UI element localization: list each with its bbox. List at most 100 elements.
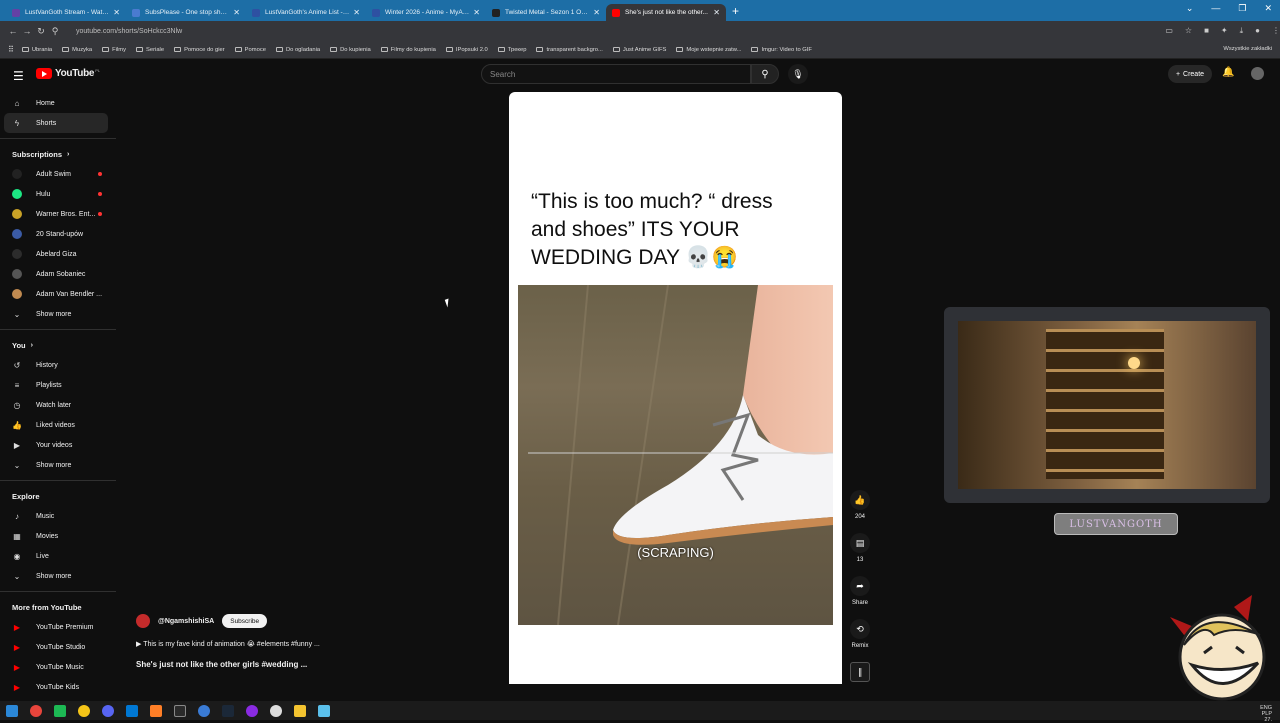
browser-menu-icon[interactable]: ⋮ (1272, 26, 1280, 36)
hamburger-menu-icon[interactable]: ☰ (13, 69, 24, 83)
account-avatar[interactable] (1251, 67, 1264, 80)
remix-button[interactable]: ⟲ Remix (846, 619, 874, 649)
youtube-logo[interactable]: YouTube PL (36, 68, 100, 79)
discord-icon[interactable] (102, 704, 114, 717)
subscription-item[interactable]: Adam Sobaniec (0, 264, 116, 284)
notifications-bell-icon[interactable]: 🔔 (1222, 67, 1234, 78)
profile-icon[interactable]: ● (1255, 26, 1260, 36)
vlc-icon[interactable] (150, 704, 162, 717)
sidebar-item[interactable]: ◷ Watch later (0, 395, 116, 415)
bookmark-item[interactable]: Seriale (136, 47, 164, 53)
bookmark-item[interactable]: Filmy (102, 47, 126, 53)
app-icon[interactable] (54, 704, 66, 717)
back-icon[interactable]: ← (6, 26, 20, 36)
youtube-product-item[interactable]: ▶ YouTube Studio (0, 637, 116, 657)
bookmark-item[interactable]: Just Anime GIFS (612, 47, 666, 53)
channel-avatar[interactable] (136, 614, 150, 628)
close-tab-icon[interactable]: ✕ (233, 8, 240, 17)
minimize-icon[interactable]: — (1211, 3, 1220, 14)
start-icon[interactable] (6, 704, 18, 717)
subscription-item[interactable]: 20 Stand-upów (0, 224, 116, 244)
sidebar-item[interactable]: 👍 Liked videos (0, 415, 116, 435)
show-more-button[interactable]: ⌄ Show more (0, 455, 116, 475)
bookmark-item[interactable]: Трекер (497, 47, 526, 53)
sidebar-item[interactable]: ≡ Playlists (0, 375, 116, 395)
bookmark-item[interactable]: Do kupienia (330, 47, 371, 53)
sidebar-item[interactable]: ◉ Live (0, 546, 116, 566)
show-more-button[interactable]: ⌄ Show more (0, 304, 116, 324)
search-button[interactable]: ⚲ (751, 64, 779, 84)
new-tab-icon[interactable]: + (732, 4, 739, 18)
short-description[interactable]: ▶ This is my fave kind of animation 😭 #e… (136, 640, 320, 648)
bookmark-item[interactable]: Moje wstepnie zatw... (676, 47, 741, 53)
bookmark-item[interactable]: IPopsuki 2.0 (445, 47, 488, 53)
bookmark-star-icon[interactable]: ☆ (1185, 26, 1192, 36)
sidebar-section-title[interactable]: Explore (0, 486, 116, 506)
bookmark-item[interactable]: transparent backgro... (536, 47, 603, 53)
subscription-item[interactable]: Warner Bros. Ent... (0, 204, 116, 224)
app-icon[interactable] (126, 704, 138, 717)
apps-icon[interactable]: ⠿ (8, 45, 14, 54)
sidebar-section-title[interactable]: You › (0, 335, 116, 355)
youtube-product-item[interactable]: ▶ YouTube Music (0, 657, 116, 677)
all-bookmarks[interactable]: Wszystkie zakładki (1223, 46, 1272, 52)
app-icon[interactable] (198, 704, 210, 717)
youtube-product-item[interactable]: ▶ YouTube Kids (0, 677, 116, 697)
bookmark-item[interactable]: Do ogladania (275, 47, 320, 53)
close-tab-icon[interactable]: ✕ (713, 8, 720, 17)
sidebar-item[interactable]: ▶ Your videos (0, 435, 116, 455)
app-icon[interactable] (318, 704, 330, 717)
sidebar-item[interactable]: ▦ Movies (0, 526, 116, 546)
folder-icon[interactable] (294, 704, 306, 717)
steam-icon[interactable] (222, 704, 234, 717)
browser-tab[interactable]: SubsPlease - One stop shop fo...✕ (126, 4, 246, 21)
comments-button[interactable]: ▤ 13 (846, 533, 874, 563)
close-tab-icon[interactable]: ✕ (353, 8, 360, 17)
short-player[interactable]: “This is too much? “ dress and shoes” IT… (509, 92, 842, 684)
system-tray[interactable]: ENG PLP 27. (1260, 705, 1272, 723)
bookmark-item[interactable]: Filmy do kupienia (380, 47, 436, 53)
app-icon[interactable] (246, 704, 258, 717)
site-info-icon[interactable]: ⚲ (48, 26, 62, 37)
app-icon[interactable] (270, 704, 282, 717)
cast-icon[interactable]: ▭ (1165, 26, 1173, 36)
sidebar-section-title[interactable]: More from YouTube (0, 597, 116, 617)
maximize-icon[interactable]: ❐ (1238, 3, 1246, 14)
sidebar-item[interactable]: ϟ Shorts (4, 113, 108, 133)
download-icon[interactable]: ⤓ (1240, 26, 1244, 36)
voice-search-button[interactable]: 🎙 (788, 64, 808, 84)
subscription-item[interactable]: Adult Swim (0, 164, 116, 184)
share-button[interactable]: ➦ Share (846, 576, 874, 606)
tab-search-icon[interactable]: ⌄ (1186, 3, 1194, 14)
channel-name[interactable]: @NgamshishiSA (158, 618, 214, 625)
bookmark-item[interactable]: Imgur: Video to GIF (751, 47, 812, 53)
sidebar-item[interactable]: ♪ Music (0, 506, 116, 526)
show-more-button[interactable]: ⌄ Show more (0, 566, 116, 586)
bookmark-item[interactable]: Pomoce (234, 47, 266, 53)
reload-icon[interactable]: ↻ (34, 26, 48, 37)
extensions-puzzle-icon[interactable]: ✦ (1221, 26, 1228, 36)
subscription-item[interactable]: Hulu (0, 184, 116, 204)
browser-tab[interactable]: LustVanGoth Stream - Watch Li...✕ (6, 4, 126, 21)
browser-tab[interactable]: Twisted Metal - Sezon 1 Odcin... ✕ (486, 4, 606, 21)
search-input[interactable]: Search (481, 64, 751, 84)
sidebar-item[interactable]: ⌂ Home (0, 93, 116, 113)
obs-icon[interactable] (174, 704, 186, 717)
bookmark-item[interactable]: Ubrania (21, 47, 52, 53)
youtube-product-item[interactable]: ▶ YouTube Premium (0, 617, 116, 637)
forward-icon[interactable]: → (20, 26, 34, 36)
app-icon[interactable] (78, 704, 90, 717)
bookmark-item[interactable]: Muzyka (62, 47, 92, 53)
close-window-icon[interactable]: ✕ (1264, 3, 1272, 14)
short-title[interactable]: She's just not like the other girls #wed… (136, 660, 307, 669)
subscription-item[interactable]: Abelard Giza (0, 244, 116, 264)
video-frame[interactable]: (SCRAPING) (518, 285, 833, 625)
close-tab-icon[interactable]: ✕ (473, 8, 480, 17)
sidebar-section-title[interactable]: Subscriptions › (0, 144, 116, 164)
close-tab-icon[interactable]: ✕ (113, 8, 120, 17)
subscribe-button[interactable]: Subscribe (222, 614, 268, 628)
create-button[interactable]: + Create (1168, 65, 1212, 83)
browser-tab[interactable]: She's just not like the other... ✕ (606, 4, 726, 21)
like-button[interactable]: 👍 204 (846, 490, 874, 520)
close-tab-icon[interactable]: ✕ (593, 8, 600, 17)
